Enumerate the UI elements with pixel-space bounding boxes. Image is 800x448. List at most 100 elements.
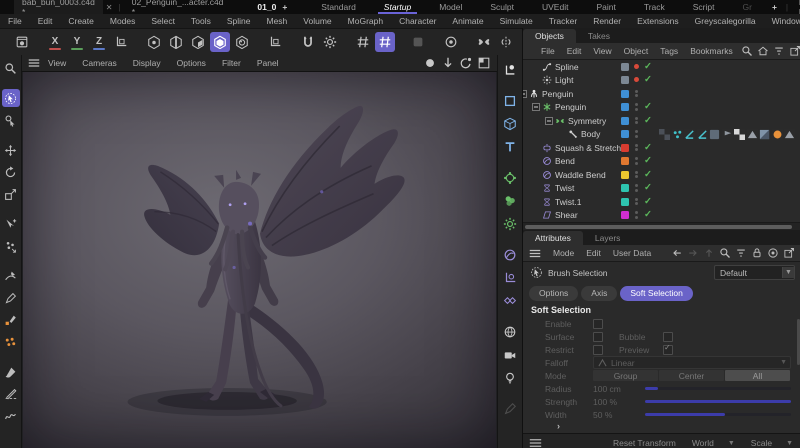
section-tab-options[interactable]: Options bbox=[529, 286, 578, 301]
viewport-search-tool[interactable] bbox=[2, 59, 20, 77]
viewport-canvas[interactable] bbox=[23, 72, 496, 448]
texture-mode-button[interactable] bbox=[232, 32, 252, 52]
snap-button[interactable] bbox=[298, 32, 318, 52]
search-button[interactable] bbox=[719, 247, 731, 259]
coordinates-menu-icon[interactable] bbox=[529, 438, 542, 448]
mirror-button[interactable] bbox=[496, 32, 516, 52]
menubar-item-mograph[interactable]: MoGraph bbox=[340, 16, 391, 26]
pen-tool[interactable] bbox=[2, 289, 20, 307]
tag-icon-angle[interactable] bbox=[697, 129, 708, 140]
deformer-button[interactable] bbox=[501, 245, 520, 264]
tag-icon-checker[interactable] bbox=[659, 129, 670, 140]
lock-button[interactable] bbox=[751, 247, 763, 259]
visibility-dots[interactable] bbox=[635, 184, 638, 193]
objects-menu-bookmarks[interactable]: Bookmarks bbox=[684, 46, 739, 56]
viewport-menu-options[interactable]: Options bbox=[169, 58, 214, 68]
close-tab-icon[interactable]: ✕ bbox=[103, 3, 116, 12]
tree-item-bend[interactable]: Bend✓ bbox=[523, 155, 800, 169]
attributes-menu-mode[interactable]: Mode bbox=[547, 248, 580, 258]
cluster-move-tool[interactable] bbox=[2, 237, 20, 255]
tag-icon-squaret[interactable] bbox=[709, 129, 720, 140]
mode-option-group[interactable]: Group bbox=[593, 370, 658, 381]
layout-tab-script[interactable]: Script bbox=[679, 0, 729, 14]
render-view-button[interactable] bbox=[12, 32, 32, 52]
enabled-check-icon[interactable]: ✓ bbox=[644, 115, 652, 126]
brush-tool[interactable] bbox=[2, 363, 20, 381]
layer-color-chip[interactable] bbox=[621, 144, 629, 152]
layer-color-chip[interactable] bbox=[621, 76, 629, 84]
layer-color-chip[interactable] bbox=[621, 184, 629, 192]
layout-tab-track[interactable]: Track bbox=[630, 0, 679, 14]
section-tab-axis[interactable]: Axis bbox=[581, 286, 617, 301]
panel-window-button[interactable] bbox=[789, 45, 800, 57]
enabled-check-icon[interactable]: ✓ bbox=[644, 142, 652, 153]
layout-tab-startup[interactable]: Startup bbox=[370, 0, 425, 14]
locate-button[interactable] bbox=[757, 45, 769, 57]
objects-menu-tags[interactable]: Tags bbox=[654, 46, 684, 56]
group-expander[interactable]: › bbox=[523, 421, 800, 433]
transform-mode-dropdown[interactable]: Scale ▼ bbox=[751, 438, 793, 448]
layer-color-chip[interactable] bbox=[621, 211, 629, 219]
tree-item-squash-stretch[interactable]: Squash & Stretch✓ bbox=[523, 141, 800, 155]
mode-option-all[interactable]: All bbox=[725, 370, 790, 381]
enabled-check-icon[interactable]: ✓ bbox=[644, 61, 652, 72]
menubar-item-volume[interactable]: Volume bbox=[295, 16, 339, 26]
tag-icon-checker[interactable] bbox=[734, 129, 745, 140]
instance-button[interactable] bbox=[501, 291, 520, 310]
point-mode-button[interactable] bbox=[144, 32, 164, 52]
spline-sketch-tool[interactable] bbox=[2, 407, 20, 425]
layer-color-chip[interactable] bbox=[621, 103, 629, 111]
text-object-button[interactable] bbox=[501, 137, 520, 156]
document-tab-2[interactable]: 02_Penguin_...acter.c4d * bbox=[124, 0, 232, 14]
visibility-dot[interactable] bbox=[634, 64, 639, 69]
subdivision-surface-button[interactable] bbox=[501, 168, 520, 187]
objects-menu-file[interactable]: File bbox=[535, 46, 561, 56]
tree-item-shear[interactable]: Shear✓ bbox=[523, 209, 800, 223]
workplane-grid-button[interactable] bbox=[353, 32, 373, 52]
axis-y-toggle[interactable]: Y bbox=[67, 32, 87, 52]
viewport-menu-panel[interactable]: Panel bbox=[249, 58, 287, 68]
enabled-check-icon[interactable]: ✓ bbox=[644, 101, 652, 112]
tree-item-light[interactable]: Light✓ bbox=[523, 74, 800, 88]
enabled-check-icon[interactable]: ✓ bbox=[644, 169, 652, 180]
tweak-tool[interactable] bbox=[2, 111, 20, 129]
volume-builder-button[interactable] bbox=[501, 191, 520, 210]
tree-item-waddle-bend[interactable]: Waddle Bend✓ bbox=[523, 168, 800, 182]
viewport-solo-button[interactable] bbox=[441, 32, 461, 52]
menubar-item-character[interactable]: Character bbox=[391, 16, 444, 26]
layer-color-chip[interactable] bbox=[621, 171, 629, 179]
section-tab-soft-selection[interactable]: Soft Selection bbox=[620, 286, 692, 301]
tab-attributes[interactable]: Attributes bbox=[523, 231, 583, 245]
objects-menu-view[interactable]: View bbox=[587, 46, 617, 56]
workplane-lock-button[interactable] bbox=[408, 32, 428, 52]
layout-tab-standard[interactable]: Standard bbox=[307, 0, 370, 14]
layer-color-chip[interactable] bbox=[621, 90, 629, 98]
symmetry-button[interactable] bbox=[474, 32, 494, 52]
polygon-mode-button[interactable] bbox=[188, 32, 208, 52]
objects-menu-object[interactable]: Object bbox=[618, 46, 655, 56]
toggle-view-button[interactable] bbox=[477, 56, 491, 70]
viewport-menu-icon[interactable] bbox=[28, 58, 40, 68]
enabled-check-icon[interactable]: ✓ bbox=[644, 74, 652, 85]
edge-mode-button[interactable] bbox=[166, 32, 186, 52]
tab-objects[interactable]: Objects bbox=[523, 29, 576, 43]
history-forward-button[interactable] bbox=[687, 247, 699, 259]
objects-menu-edit[interactable]: Edit bbox=[561, 46, 588, 56]
generator-button[interactable] bbox=[501, 214, 520, 233]
tree-item-twist-1[interactable]: Twist.1✓ bbox=[523, 195, 800, 209]
menubar-item-simulate[interactable]: Simulate bbox=[492, 16, 541, 26]
menubar-item-mesh[interactable]: Mesh bbox=[259, 16, 296, 26]
add-layout-button[interactable]: + bbox=[766, 2, 783, 12]
visibility-dots[interactable] bbox=[635, 90, 638, 99]
menubar-item-edit[interactable]: Edit bbox=[30, 16, 61, 26]
tag-icon-triangle[interactable] bbox=[747, 129, 758, 140]
history-back-button[interactable] bbox=[671, 247, 683, 259]
reset-transform-button[interactable]: Reset Transform bbox=[613, 438, 676, 448]
tab-takes[interactable]: Takes bbox=[576, 29, 622, 43]
filter-button[interactable] bbox=[773, 45, 785, 57]
parent-object-button[interactable] bbox=[703, 247, 715, 259]
tag-icon-triangle[interactable] bbox=[784, 129, 795, 140]
layout-tab-uvedit[interactable]: UVEdit bbox=[528, 0, 582, 14]
zoom-view-button[interactable] bbox=[441, 56, 455, 70]
knife-tool[interactable] bbox=[2, 385, 20, 403]
